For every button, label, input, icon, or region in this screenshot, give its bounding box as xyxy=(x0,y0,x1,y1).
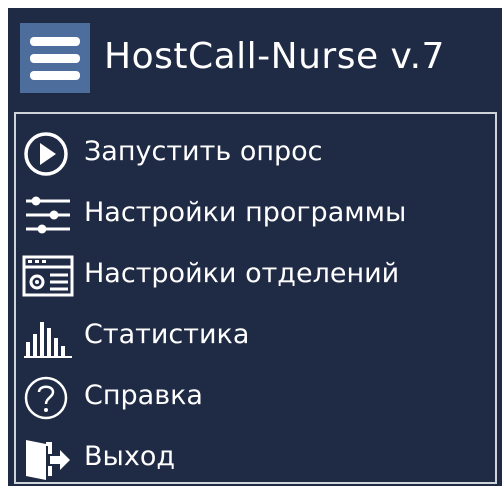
exit-door-icon xyxy=(20,436,76,482)
menu-item-department-settings[interactable]: Настройки отделений xyxy=(20,246,490,304)
menu-item-label: Запустить опрос xyxy=(84,136,323,167)
hamburger-icon xyxy=(30,71,80,80)
hamburger-icon xyxy=(30,37,80,46)
menu-item-help[interactable]: Справка xyxy=(20,368,490,426)
play-circle-icon xyxy=(20,131,76,177)
app-window: HostCall-Nurse v.7 Запустить опрос Настр… xyxy=(8,8,502,486)
bar-chart-icon xyxy=(20,314,76,360)
menu-item-program-settings[interactable]: Настройки программы xyxy=(20,185,490,243)
help-circle-icon xyxy=(20,375,76,421)
menu-item-start-survey[interactable]: Запустить опрос xyxy=(20,124,490,182)
menu-item-label: Выход xyxy=(84,441,176,472)
menu-toggle-button[interactable] xyxy=(20,23,90,93)
menu-item-label: Настройки отделений xyxy=(84,258,400,289)
menu-item-statistics[interactable]: Статистика xyxy=(20,307,490,365)
menu-item-label: Справка xyxy=(84,380,203,411)
menu-item-exit[interactable]: Выход xyxy=(20,429,490,487)
window-settings-icon xyxy=(20,253,76,299)
app-title: HostCall-Nurse v.7 xyxy=(104,36,445,77)
hamburger-icon xyxy=(30,54,80,63)
main-menu: Запустить опрос Настройки программы Наст… xyxy=(14,112,497,484)
menu-item-label: Статистика xyxy=(84,319,250,350)
sliders-icon xyxy=(20,192,76,238)
header: HostCall-Nurse v.7 xyxy=(8,8,502,113)
menu-item-label: Настройки программы xyxy=(84,197,407,228)
